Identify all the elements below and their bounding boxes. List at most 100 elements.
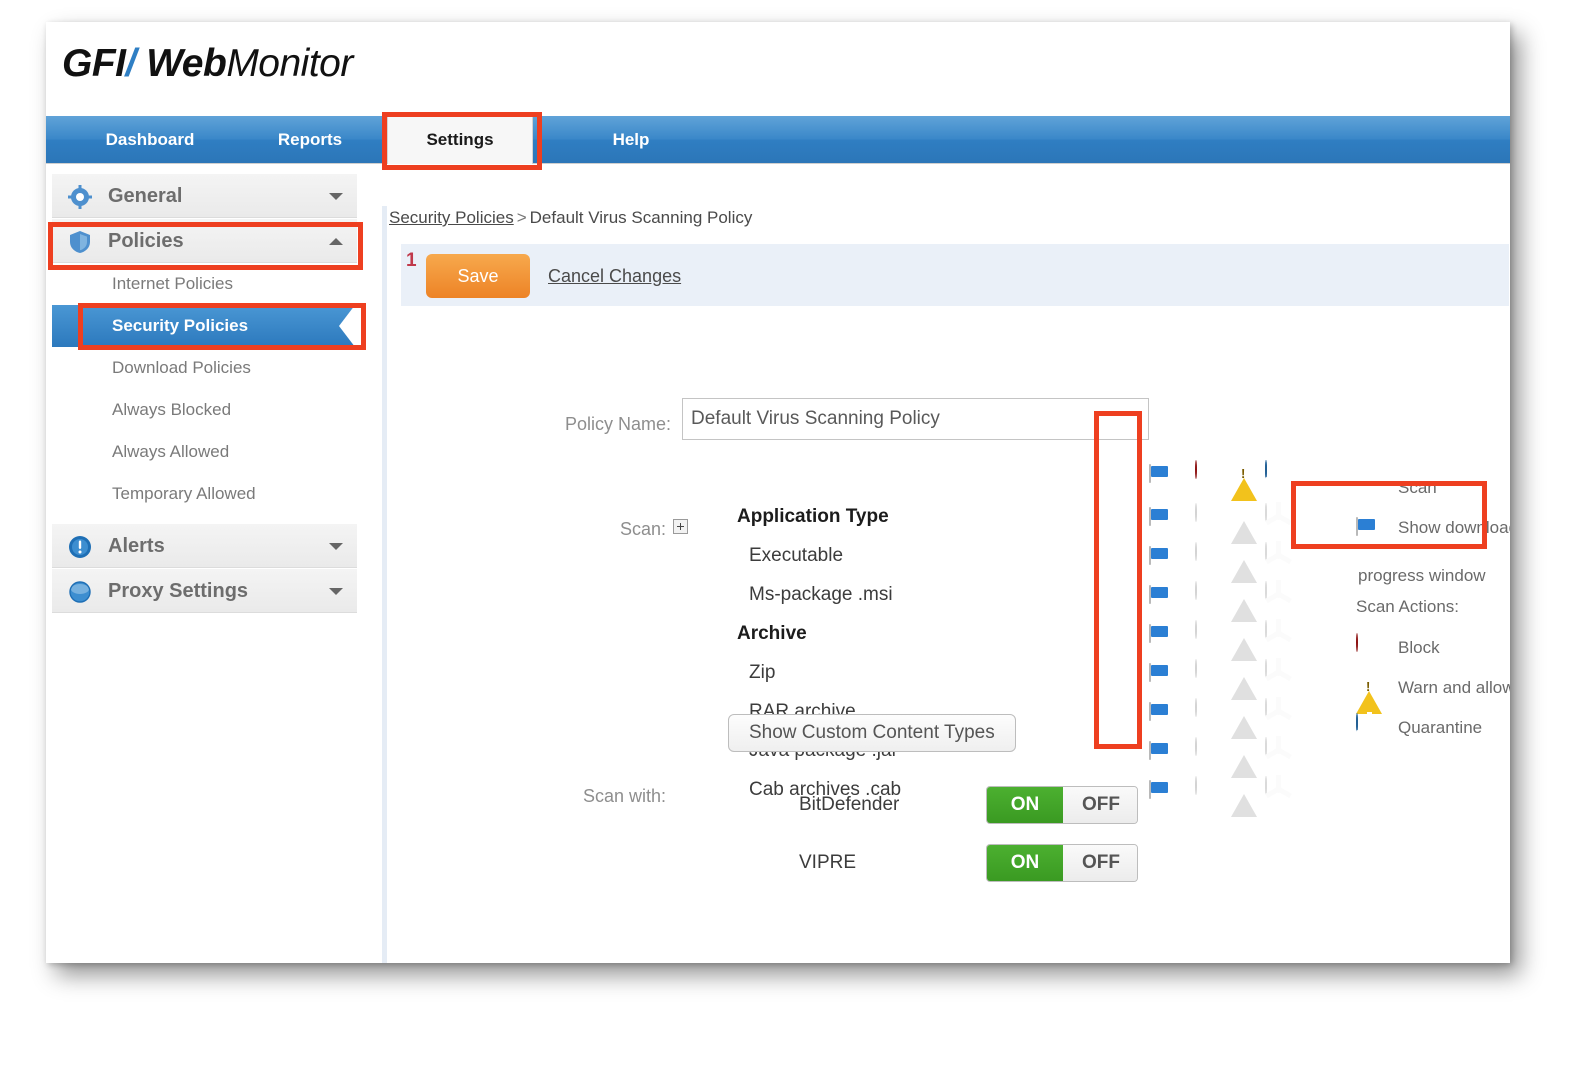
- legend-item-block: Block: [1356, 628, 1510, 668]
- engine-name: BitDefender: [799, 794, 900, 815]
- quarantine-icon: [1265, 459, 1292, 483]
- block-icon[interactable]: [1195, 698, 1197, 717]
- download-progress-icon: [1356, 517, 1358, 536]
- row-label: Zip: [749, 662, 776, 683]
- annotation-marker-1: 1: [406, 250, 417, 271]
- quarantine-icon[interactable]: [1265, 658, 1292, 682]
- sidebar-item-always-blocked[interactable]: Always Blocked: [52, 389, 357, 431]
- warn-icon[interactable]: [1231, 621, 1257, 661]
- sidebar-group-proxy-label: Proxy Settings: [108, 580, 249, 602]
- sidebar-item-internet-policies[interactable]: Internet Policies: [52, 263, 357, 305]
- warn-icon: [1356, 674, 1382, 714]
- legend-item-warn: Warn and allow: [1356, 668, 1510, 714]
- block-icon[interactable]: [1195, 776, 1197, 795]
- brand-monitor: Monitor: [226, 42, 353, 85]
- quarantine-icon[interactable]: [1265, 502, 1292, 526]
- sidebar-group-policies[interactable]: Policies: [52, 218, 357, 263]
- legend-block-label: Block: [1398, 638, 1440, 657]
- save-button[interactable]: Save: [426, 254, 530, 298]
- sidebar-group-alerts-label: Alerts: [108, 535, 165, 557]
- policy-name-input[interactable]: [682, 398, 1149, 440]
- toggle-off-label[interactable]: OFF: [1063, 787, 1137, 823]
- block-icon[interactable]: [1195, 737, 1197, 756]
- sidebar-group-alerts[interactable]: Alerts: [52, 523, 357, 568]
- row-icons: [1113, 541, 1293, 583]
- toggle-on-label[interactable]: ON: [987, 845, 1063, 881]
- warn-icon[interactable]: [1231, 582, 1257, 622]
- cancel-changes-link[interactable]: Cancel Changes: [548, 254, 681, 298]
- download-progress-icon[interactable]: [1149, 546, 1151, 565]
- tab-dashboard[interactable]: Dashboard: [80, 116, 220, 164]
- app-window: GFI/ WebMonitor Dashboard Reports Settin…: [46, 22, 1510, 963]
- quarantine-icon[interactable]: [1265, 580, 1292, 604]
- scan-label: Scan:: [619, 519, 666, 539]
- screenshot-root: GFI/ WebMonitor Dashboard Reports Settin…: [0, 0, 1588, 1078]
- sidebar-spacer: [52, 515, 357, 523]
- warn-icon[interactable]: [1231, 504, 1257, 544]
- block-icon[interactable]: [1195, 620, 1197, 639]
- quarantine-icon[interactable]: [1265, 697, 1292, 721]
- quarantine-icon[interactable]: [1265, 541, 1292, 565]
- warn-icon[interactable]: [1231, 699, 1257, 739]
- table-row[interactable]: Archive: [701, 614, 1301, 661]
- expand-plus-icon[interactable]: [673, 519, 688, 534]
- row-icons: [1113, 580, 1293, 622]
- toggle-on-label[interactable]: ON: [987, 787, 1063, 823]
- table-row[interactable]: Executable: [701, 536, 1301, 583]
- download-progress-icon[interactable]: [1149, 702, 1151, 721]
- table-row[interactable]: Zip: [701, 653, 1301, 700]
- bitdefender-logo: [701, 778, 753, 830]
- table-row[interactable]: Ms-package .msi: [701, 575, 1301, 622]
- warn-icon[interactable]: [1231, 660, 1257, 700]
- warn-icon[interactable]: [1231, 543, 1257, 583]
- block-icon[interactable]: [1195, 542, 1197, 561]
- sidebar-group-general[interactable]: General: [52, 173, 357, 218]
- alert-icon: [68, 535, 92, 559]
- tab-help[interactable]: Help: [576, 116, 686, 164]
- quarantine-icon[interactable]: [1265, 619, 1292, 643]
- chevron-down-icon: [329, 588, 343, 595]
- tab-settings[interactable]: Settings: [387, 116, 533, 164]
- vipre-on-off-toggle[interactable]: ON OFF: [986, 844, 1138, 882]
- row-label: Ms-package .msi: [749, 584, 893, 605]
- tab-reports[interactable]: Reports: [250, 116, 370, 164]
- download-progress-icon[interactable]: [1149, 624, 1151, 643]
- legend-warn-label: Warn and allow: [1398, 678, 1510, 697]
- download-progress-icon[interactable]: [1149, 741, 1151, 760]
- app-logo: GFI/ WebMonitor: [62, 42, 353, 86]
- warn-icon: [1231, 461, 1257, 501]
- sidebar-item-always-allowed[interactable]: Always Allowed: [52, 431, 357, 473]
- sidebar-group-proxy-settings[interactable]: Proxy Settings: [52, 568, 357, 613]
- breadcrumb-root-link[interactable]: Security Policies: [389, 208, 514, 227]
- action-toolbar: 1 Save Cancel Changes: [401, 244, 1509, 306]
- download-progress-icon[interactable]: [1149, 507, 1151, 526]
- sidebar-item-temporary-allowed[interactable]: Temporary Allowed: [52, 473, 357, 515]
- policy-name-label: Policy Name:: [564, 414, 671, 434]
- warn-icon[interactable]: [1231, 738, 1257, 778]
- engine-name: VIPRE: [799, 852, 857, 873]
- warn-icon[interactable]: [1231, 777, 1257, 817]
- chevron-down-icon: [329, 543, 343, 550]
- legend-quarantine-label: Quarantine: [1398, 718, 1483, 737]
- legend-item-scan: Scan: [1356, 468, 1510, 508]
- toggle-off-label[interactable]: OFF: [1063, 845, 1137, 881]
- sidebar-item-download-policies[interactable]: Download Policies: [52, 347, 357, 389]
- legend-scan-label: Scan: [1398, 478, 1437, 497]
- quarantine-icon[interactable]: [1265, 775, 1292, 799]
- download-progress-icon[interactable]: [1149, 585, 1151, 604]
- table-row[interactable]: Application Type: [701, 497, 1301, 544]
- content-area: General Policies Internet Policies Secur…: [46, 164, 1510, 963]
- row-icons: [1113, 619, 1293, 661]
- show-custom-content-types-button[interactable]: Show Custom Content Types: [728, 714, 1016, 752]
- download-progress-icon[interactable]: [1149, 780, 1151, 799]
- block-icon[interactable]: [1195, 581, 1197, 600]
- block-icon[interactable]: [1195, 659, 1197, 678]
- main-panel: Security Policies > Default Virus Scanning…: [387, 164, 1510, 963]
- sidebar-group-policies-label: Policies: [108, 230, 184, 252]
- quarantine-icon[interactable]: [1265, 736, 1292, 760]
- sidebar-item-security-policies[interactable]: Security Policies: [52, 305, 355, 347]
- block-icon[interactable]: [1195, 503, 1197, 522]
- chevron-down-icon: [329, 193, 343, 200]
- download-progress-icon[interactable]: [1149, 663, 1151, 682]
- bitdefender-on-off-toggle[interactable]: ON OFF: [986, 786, 1138, 824]
